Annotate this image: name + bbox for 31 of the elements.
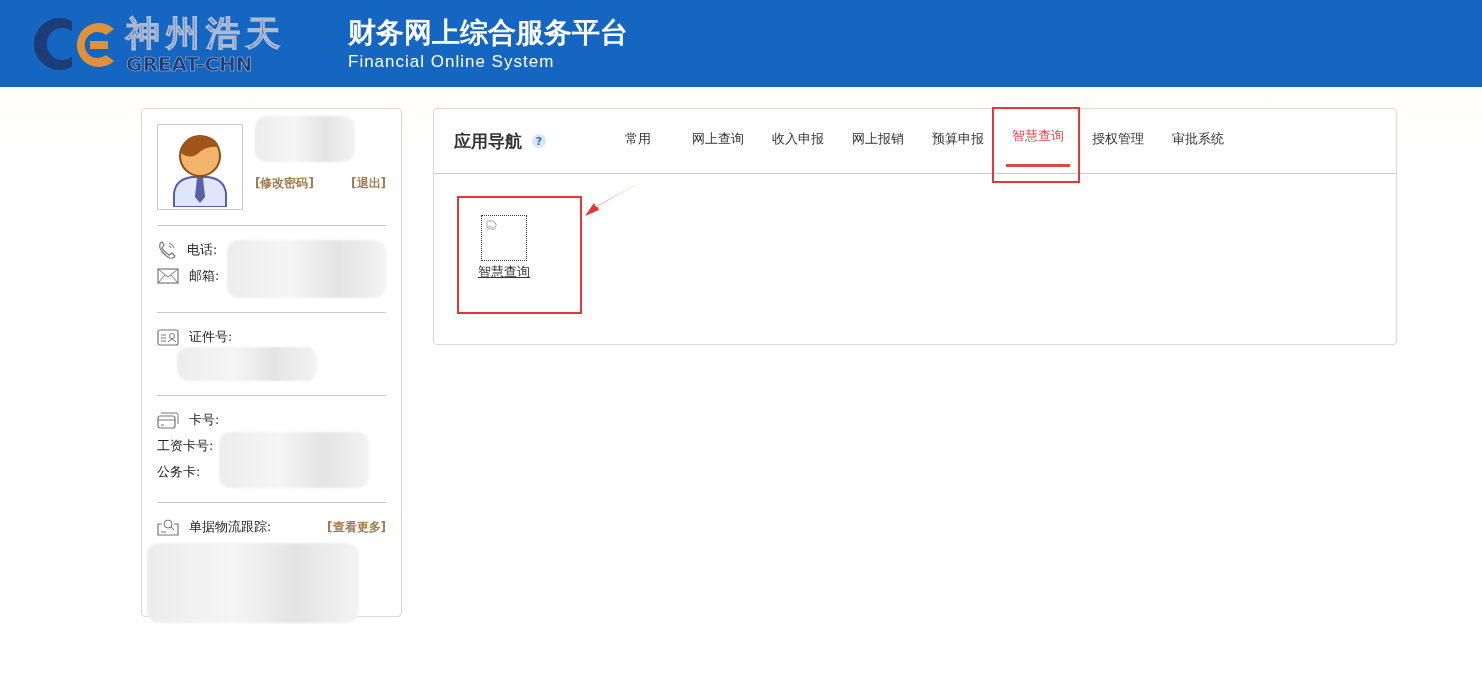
nav-tab[interactable]: 授权管理 [1092,109,1144,173]
nav-tab[interactable]: 网上报销 [852,109,904,173]
nav-tab[interactable]: 智慧查询 [1006,108,1070,167]
field-label: 证件号: [189,328,233,346]
field-label: 卡号: [189,411,220,429]
mail-icon [157,268,179,284]
field-label: 公务卡: [157,463,201,481]
panel-title: 应用导航 [454,129,522,153]
app-tile[interactable]: 智慧查询 [459,196,549,281]
nav-tab[interactable]: 审批系统 [1172,109,1224,173]
nav-tab[interactable]: 收入申报 [772,109,824,173]
id-card-icon [157,328,179,346]
field-label: 电话: [187,241,218,259]
profile-link[interactable]: [退出] [351,175,386,192]
help-icon[interactable]: ? [532,134,546,148]
site-title: 财务网上综合服务平台 [348,14,628,51]
nav-tab[interactable]: 网上查询 [692,109,744,173]
field-label: 单据物流跟踪: [189,518,272,536]
phone-icon [157,240,177,260]
logo-subtitle: GREAT-CHN [126,52,254,75]
profile-link[interactable]: [修改密码] [255,175,314,192]
logo-title: 神州浩天 [126,12,286,53]
nav-tab[interactable]: 常用 [625,109,651,173]
broken-image-icon [481,215,527,261]
site-subtitle: Financial Online System [348,50,556,73]
view-more-link[interactable]: [查看更多] [327,518,386,536]
field-label: 邮箱: [189,267,220,285]
tracking-icon [157,518,179,536]
card-icon [157,411,179,429]
nav-tab[interactable]: 预算申报 [932,109,984,173]
field-label: 工资卡号: [157,437,214,455]
